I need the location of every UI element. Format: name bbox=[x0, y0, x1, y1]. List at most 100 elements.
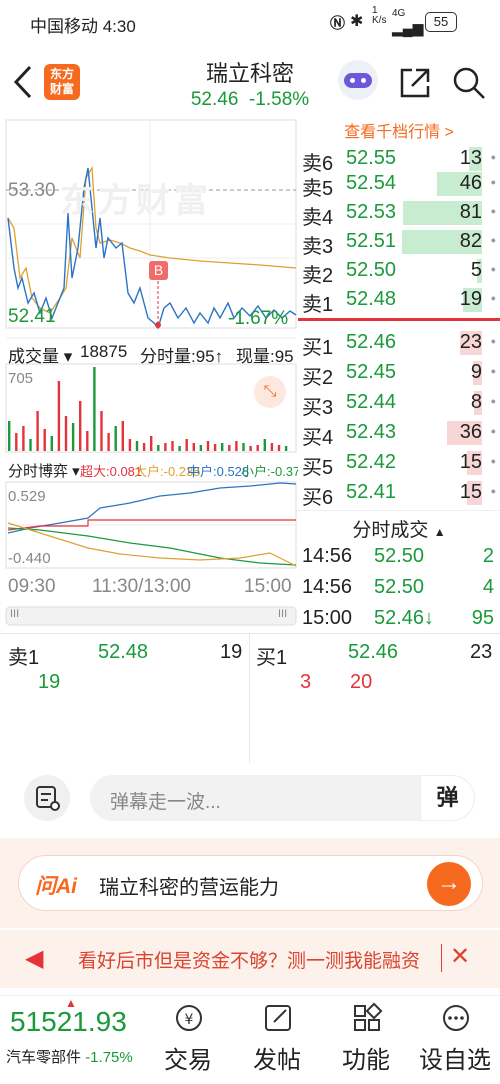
volume-bar bbox=[71, 423, 75, 451]
volume-bar bbox=[93, 367, 96, 451]
promo-banner[interactable]: ◀ 看好后市但是资金不够？测一测我能融资 ✕ bbox=[0, 930, 500, 988]
tick-price: 52.50 bbox=[374, 545, 425, 567]
volume-bar bbox=[213, 444, 217, 451]
sell-order-row[interactable]: 卖4 52.53 81 ● bbox=[298, 198, 500, 229]
tick-time: 15:00 bbox=[302, 607, 353, 629]
robot-avatar-icon[interactable] bbox=[338, 60, 378, 100]
ticks-title[interactable]: 分时成交 ▲ bbox=[298, 510, 500, 541]
volume-bar bbox=[150, 436, 153, 451]
full-depth-link[interactable]: 查看千档行情 > bbox=[298, 118, 500, 144]
buy-marker[interactable]: B bbox=[149, 261, 168, 280]
volume-bar bbox=[178, 446, 181, 451]
buy-order-row[interactable]: 买1 52.46 23 ● bbox=[298, 328, 500, 359]
game-bottom: -0.440 bbox=[8, 550, 51, 567]
tab-label: 功能 bbox=[342, 1047, 390, 1074]
order-label: 买1 bbox=[302, 337, 334, 359]
stock-header: 东方 财富 瑞立科密 52.46 -1.58% bbox=[0, 46, 500, 118]
buy-order-row[interactable]: 买5 52.42 15 ● bbox=[298, 448, 500, 479]
tick-row: 14:56 52.50 2 bbox=[298, 542, 500, 571]
nfc-icon: Ⓝ bbox=[330, 15, 346, 32]
search-icon[interactable] bbox=[452, 66, 486, 100]
game-super: 超大:0.081 bbox=[80, 464, 143, 479]
expand-icon[interactable]: ⤡ bbox=[254, 376, 286, 408]
volume-bar bbox=[29, 439, 32, 451]
sector-index[interactable]: ▲ 51521.93 汽车零部件 -1.75% bbox=[0, 996, 150, 1084]
intraday-chart[interactable]: 东方财富 53.30 52.41 -1.67% B 成交量 ▾ 18875 分时… bbox=[0, 118, 298, 633]
game-select[interactable]: 分时博弈 ▾ bbox=[8, 460, 80, 481]
danmu-input[interactable]: 弹幕走一波... bbox=[90, 775, 475, 821]
signal-type: 4G bbox=[392, 8, 406, 19]
danmu-settings-icon[interactable] bbox=[24, 775, 70, 821]
volume-bar bbox=[221, 443, 224, 451]
close-icon[interactable]: ✕ bbox=[450, 942, 470, 971]
volume-bar bbox=[36, 411, 39, 451]
danmu-send-button[interactable]: 弹 bbox=[420, 775, 475, 821]
app-logo[interactable]: 东方 财富 bbox=[44, 64, 80, 100]
volume-bar bbox=[256, 445, 259, 451]
order-label: 卖1 bbox=[302, 294, 334, 316]
back-arrow-icon[interactable] bbox=[12, 64, 34, 100]
indicator-dot-icon: ● bbox=[490, 486, 496, 496]
ai-question-text: 瑞立科密的营运能力 bbox=[99, 877, 279, 899]
promo-text: 看好后市但是资金不够？测一测我能融资 bbox=[78, 951, 421, 972]
indicator-dot-icon: ● bbox=[490, 336, 496, 346]
sell-order-row[interactable]: 卖2 52.50 5 ● bbox=[298, 256, 500, 287]
volume-select[interactable]: 成交量 ▾ bbox=[8, 342, 72, 367]
volume-bar bbox=[121, 421, 124, 451]
queue-buy-item: 3 bbox=[300, 671, 312, 693]
divider bbox=[441, 944, 442, 972]
buy-order-row[interactable]: 买4 52.43 36 ● bbox=[298, 418, 500, 449]
tab-post[interactable]: 发帖 bbox=[232, 996, 322, 1084]
tick-volume: 分时量:95↑ bbox=[140, 347, 224, 366]
ai-question-bar[interactable]: 问Ai 瑞立科密的营运能力 → bbox=[18, 855, 483, 911]
bid-ask-divider bbox=[298, 318, 500, 321]
queue-sell-price: 52.48 bbox=[98, 641, 149, 663]
volume-bar bbox=[22, 426, 25, 451]
share-icon[interactable] bbox=[398, 66, 432, 100]
sell-order-row[interactable]: 卖1 52.48 19 ● bbox=[298, 285, 500, 316]
scroll-left-handle[interactable]: III bbox=[10, 608, 19, 620]
indicator-dot-icon: ● bbox=[490, 235, 496, 245]
volume-bar bbox=[114, 426, 117, 451]
volume-bar bbox=[128, 439, 132, 451]
volume-bar bbox=[185, 439, 188, 451]
sell-order-row[interactable]: 卖3 52.51 82 ● bbox=[298, 227, 500, 258]
tick-price: 52.50 bbox=[374, 576, 425, 598]
indicator-dot-icon: ● bbox=[490, 456, 496, 466]
tab-function[interactable]: 功能 bbox=[321, 996, 411, 1084]
arrow-right-icon[interactable]: → bbox=[427, 862, 471, 906]
tab-trade[interactable]: ¥ 交易 bbox=[143, 996, 233, 1084]
volume-bar bbox=[135, 441, 139, 451]
post-icon bbox=[265, 1005, 291, 1031]
tick-row: 14:56 52.50 4 bbox=[298, 573, 500, 602]
pct-low: -1.67% bbox=[228, 308, 289, 329]
scroll-right-handle[interactable]: III bbox=[278, 608, 287, 620]
price-low: 52.41 bbox=[8, 306, 56, 327]
game-header: 分时博弈 ▾ 超大:0.081 大户:-0.235 中户:0.528 小户:-0… bbox=[0, 458, 298, 480]
order-label: 买6 bbox=[302, 487, 334, 509]
stock-name: 瑞立科密 bbox=[205, 61, 294, 86]
indicator-dot-icon: ● bbox=[490, 293, 496, 303]
volume-bar bbox=[284, 446, 288, 451]
volume-bar bbox=[199, 445, 203, 451]
volume-bar bbox=[192, 443, 195, 451]
megaphone-icon: ◀ bbox=[25, 945, 44, 972]
tab-label: 设自选 bbox=[419, 1047, 491, 1074]
indicator-dot-icon: ● bbox=[490, 426, 496, 436]
volume-bar bbox=[50, 436, 53, 451]
tab-add-favorite[interactable]: 设自选 bbox=[410, 996, 500, 1084]
bottom-tab-bar: ▲ 51521.93 汽车零部件 -1.75% ¥ 交易 发帖 功能 设自选 bbox=[0, 995, 500, 1083]
index-caption: 汽车零部件 -1.75% bbox=[6, 1049, 133, 1066]
net-speed: 1 K/s bbox=[372, 5, 387, 26]
price-high: 53.30 bbox=[8, 180, 56, 201]
volume-bar bbox=[249, 446, 252, 451]
game-small: 小户:-0.374 bbox=[241, 464, 298, 479]
buy-order-row[interactable]: 买3 52.44 8 ● bbox=[298, 388, 500, 419]
buy-order-row[interactable]: 买6 52.41 15 ● bbox=[298, 478, 500, 509]
volume-bar bbox=[64, 416, 68, 451]
watermark: 东方财富 bbox=[60, 182, 212, 220]
buy-order-row[interactable]: 买2 52.45 9 ● bbox=[298, 358, 500, 389]
order-volume: 9 bbox=[470, 361, 482, 383]
volume-bar bbox=[235, 441, 238, 451]
sell-order-row[interactable]: 卖5 52.54 46 ● bbox=[298, 169, 500, 200]
